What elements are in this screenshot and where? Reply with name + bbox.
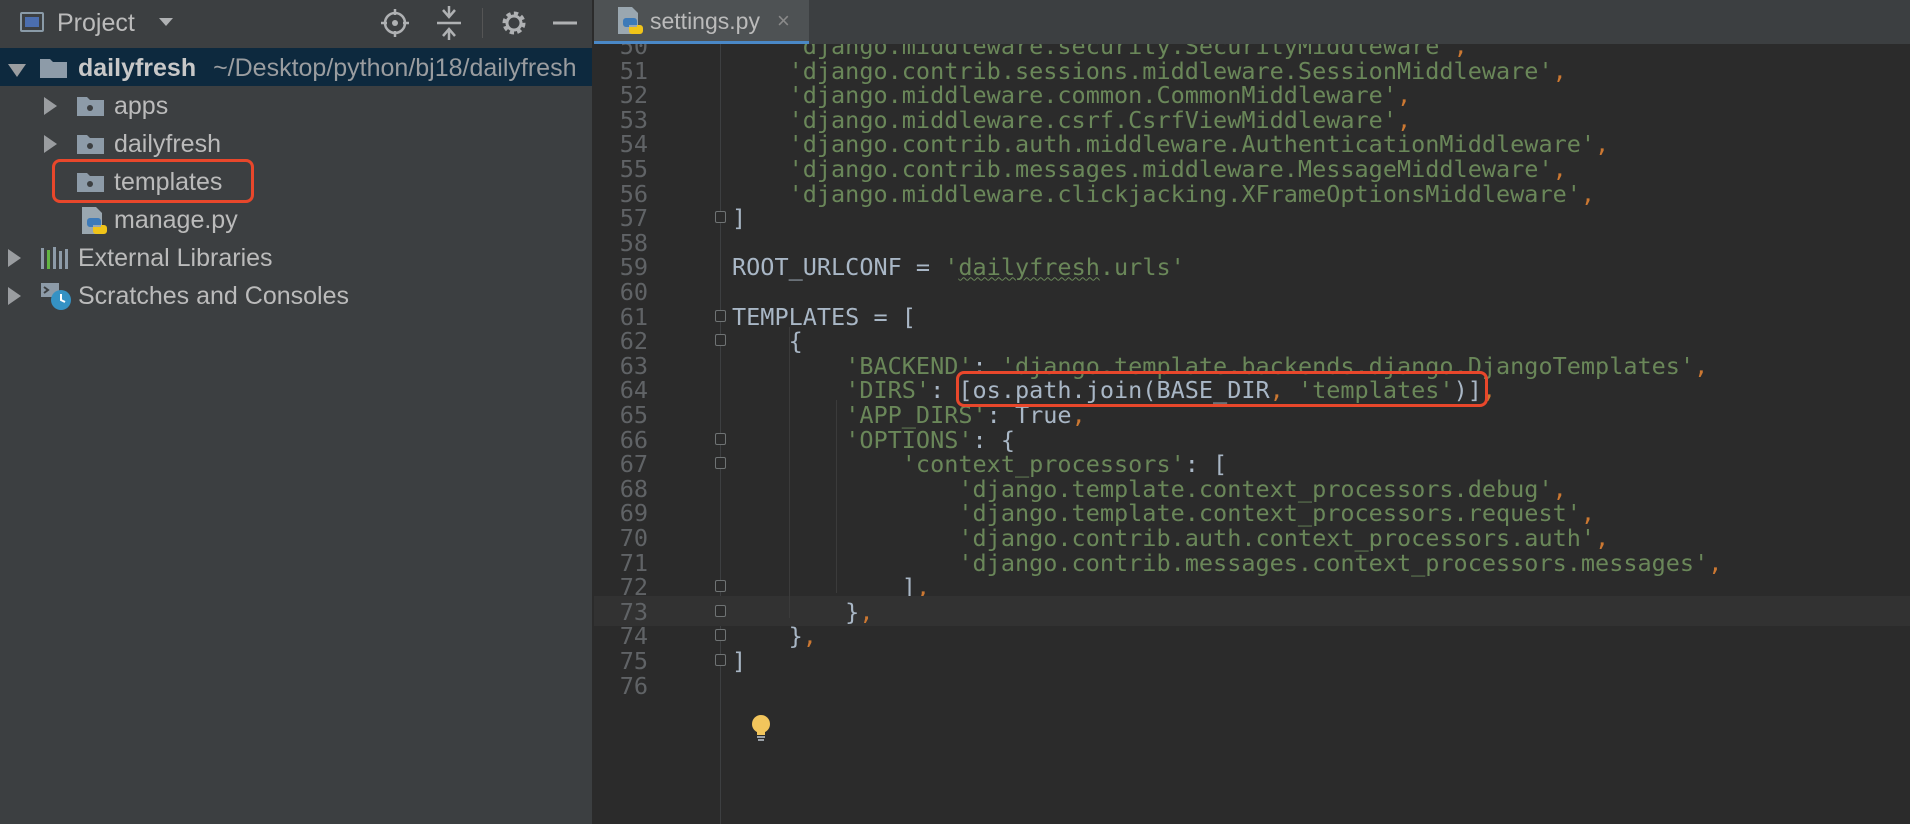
project-panel-header: Project (0, 0, 594, 46)
indent-guide (789, 326, 790, 618)
collapsed-arrow-icon[interactable] (44, 97, 57, 115)
project-tool-window: Project dailyfresh ~/Desktop/python/bj18… (0, 0, 594, 824)
view-selector-dropdown-icon[interactable] (159, 18, 173, 26)
tree-item-label: dailyfresh (78, 54, 197, 82)
code-area[interactable]: 50 'django.middleware.security.SecurityM… (594, 44, 1910, 824)
fold-marker-icon[interactable] (715, 604, 726, 617)
collapsed-arrow-icon[interactable] (44, 135, 57, 153)
hide-panel-icon[interactable] (548, 6, 582, 40)
tree-item-apps[interactable]: apps (0, 86, 592, 124)
folder-icon (77, 97, 104, 116)
locate-file-icon[interactable] (378, 6, 412, 40)
tree-item-path: ~/Desktop/python/bj18/dailyfresh (213, 54, 577, 82)
fold-marker-icon[interactable] (715, 432, 726, 445)
toolbar-divider (482, 8, 483, 38)
editor-tab-bar: settings.py × (594, 0, 1910, 44)
code-line[interactable]: 76 (594, 670, 1910, 700)
python-file-icon (618, 7, 643, 34)
fold-marker-icon[interactable] (715, 457, 726, 470)
library-icon (41, 247, 68, 269)
tab-settings-py[interactable]: settings.py × (594, 0, 809, 44)
gear-icon[interactable] (497, 6, 531, 40)
fold-marker-icon[interactable] (715, 211, 726, 224)
expanded-arrow-icon[interactable] (8, 64, 26, 77)
intention-bulb-icon[interactable] (748, 713, 774, 743)
tab-label: settings.py (650, 8, 760, 34)
line-number: 76 (619, 671, 648, 700)
project-view-icon[interactable] (20, 12, 44, 32)
tree-item-label: apps (114, 92, 169, 120)
fold-marker-icon[interactable] (715, 309, 726, 322)
tree-item-manage-py[interactable]: manage.py (0, 200, 592, 238)
tree-item-external-libraries[interactable]: External Libraries (0, 238, 592, 276)
collapsed-arrow-icon[interactable] (8, 249, 21, 267)
tree-item-dailyfresh[interactable]: dailyfresh (0, 124, 592, 162)
project-panel-title[interactable]: Project (57, 9, 135, 38)
folder-icon (77, 135, 104, 154)
collapsed-arrow-icon[interactable] (8, 287, 21, 305)
tree-item-label: Scratches and Consoles (78, 282, 349, 310)
fold-marker-icon[interactable] (715, 654, 726, 666)
tree-item-label: dailyfresh (114, 130, 221, 158)
annotation-highlight-box (956, 371, 1488, 408)
scratches-icon (41, 283, 71, 310)
annotation-highlight-box (52, 159, 254, 203)
tree-item-dailyfresh-root[interactable]: dailyfresh ~/Desktop/python/bj18/dailyfr… (0, 48, 592, 86)
tree-item-label: External Libraries (78, 244, 273, 272)
close-icon[interactable]: × (777, 8, 790, 34)
python-file-icon (82, 207, 107, 234)
fold-marker-icon[interactable] (715, 334, 726, 347)
folder-icon (40, 59, 67, 78)
tree-item-scratches-and-consoles[interactable]: Scratches and Consoles (0, 276, 592, 314)
fold-marker-icon[interactable] (715, 629, 726, 642)
indent-guide (836, 400, 837, 594)
fold-marker-icon[interactable] (715, 580, 726, 593)
code-editor: settings.py × 50 'django.middleware.secu… (594, 0, 1910, 824)
tree-item-label: manage.py (114, 206, 238, 234)
collapse-all-icon[interactable] (432, 6, 466, 40)
